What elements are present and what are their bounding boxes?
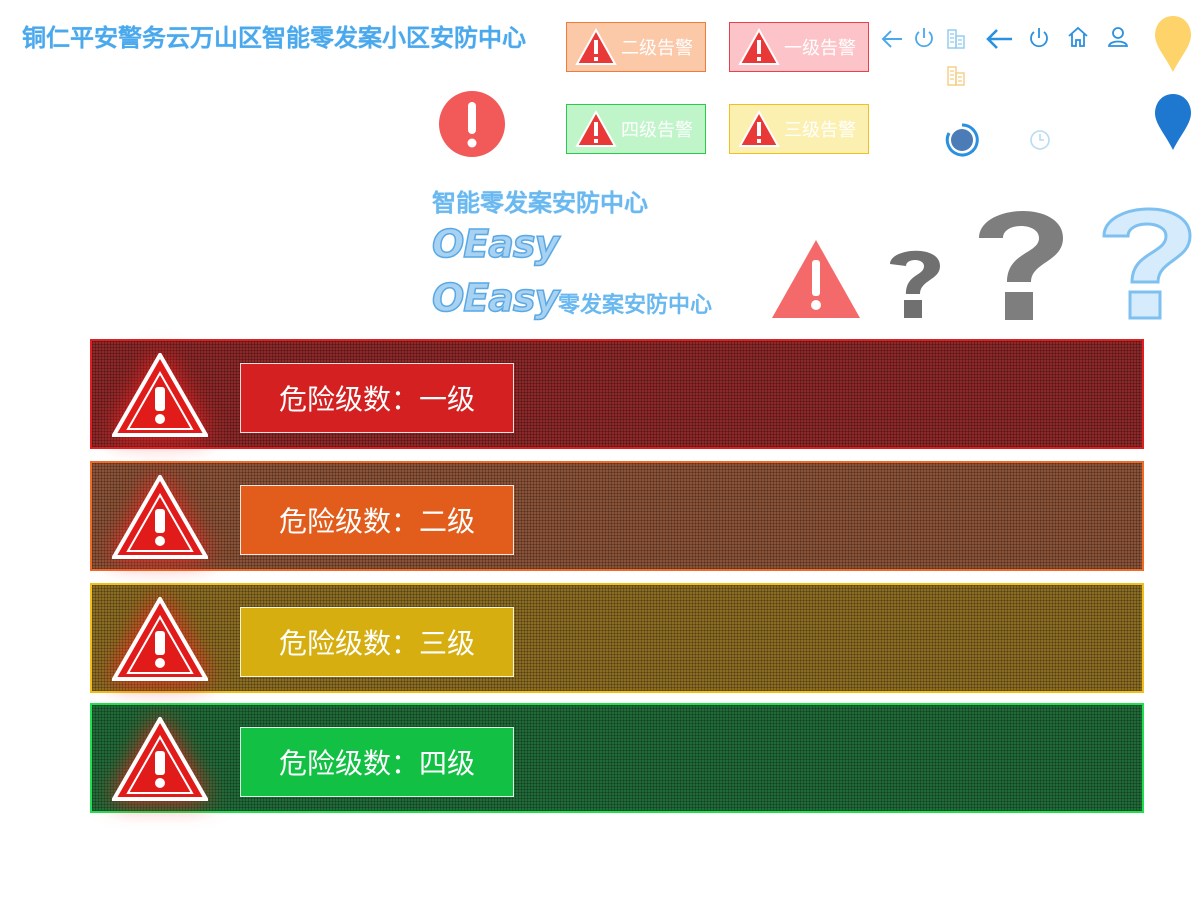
alert-label: 四级告警 bbox=[621, 120, 693, 141]
power-icon[interactable] bbox=[912, 26, 936, 50]
alert-badge-level1[interactable]: 一级告警 bbox=[729, 22, 869, 72]
alert-badge-level4[interactable]: 四级告警 bbox=[566, 104, 706, 154]
alert-label: 三级告警 bbox=[784, 120, 856, 141]
danger-level-label: 危险级数：二级 bbox=[240, 485, 514, 555]
spinner-icon bbox=[945, 123, 979, 157]
oeasy-logo: OEasy bbox=[431, 221, 560, 267]
danger-level-panel-2: 危险级数：二级 bbox=[90, 461, 1144, 571]
warning-triangle-icon bbox=[738, 110, 780, 147]
question-mark-outline-icon bbox=[1102, 207, 1192, 320]
danger-level-label: 危险级数：三级 bbox=[240, 607, 514, 677]
map-pin-blue-icon bbox=[1155, 94, 1191, 150]
user-icon[interactable] bbox=[1106, 25, 1130, 49]
danger-level-label: 危险级数：四级 bbox=[240, 727, 514, 797]
logo-subtitle: 智能零发案安防中心 bbox=[432, 189, 648, 217]
map-pin-yellow-icon bbox=[1155, 16, 1191, 72]
alert-badge-level3[interactable]: 三级告警 bbox=[729, 104, 869, 154]
warning-triangle-icon bbox=[738, 28, 780, 65]
warning-triangle-icon bbox=[112, 353, 208, 437]
danger-level-panel-1: 危险级数：一级 bbox=[90, 339, 1144, 449]
question-mark-small-icon bbox=[890, 250, 940, 318]
oeasy-logo: OEasy bbox=[431, 275, 560, 321]
danger-level-panel-4: 危险级数：四级 bbox=[90, 703, 1144, 813]
question-mark-large-icon bbox=[979, 210, 1063, 320]
building-icon bbox=[947, 29, 965, 49]
arrow-left-icon[interactable] bbox=[880, 28, 904, 50]
warning-triangle-icon bbox=[112, 475, 208, 559]
logo-subtitle-secondary: 零发案安防中心 bbox=[558, 293, 713, 318]
home-icon[interactable] bbox=[1066, 25, 1090, 49]
danger-level-panel-3: 危险级数：三级 bbox=[90, 583, 1144, 693]
warning-triangle-icon bbox=[112, 717, 208, 801]
page-title: 铜仁平安警务云万山区智能零发案小区安防中心 bbox=[22, 24, 526, 52]
power-icon[interactable] bbox=[1027, 26, 1051, 50]
warning-triangle-icon bbox=[772, 240, 860, 318]
alert-badge-level2[interactable]: 二级告警 bbox=[566, 22, 706, 72]
warning-triangle-icon bbox=[575, 110, 617, 147]
alert-label: 一级告警 bbox=[784, 38, 856, 59]
danger-level-label: 危险级数：一级 bbox=[240, 363, 514, 433]
clock-icon bbox=[1030, 130, 1050, 150]
alert-label: 二级告警 bbox=[621, 38, 693, 59]
warning-triangle-icon bbox=[112, 597, 208, 681]
arrow-left-icon[interactable] bbox=[984, 26, 1014, 52]
building-icon bbox=[947, 66, 965, 86]
warning-triangle-icon bbox=[575, 28, 617, 65]
exclamation-circle-icon bbox=[439, 91, 505, 157]
